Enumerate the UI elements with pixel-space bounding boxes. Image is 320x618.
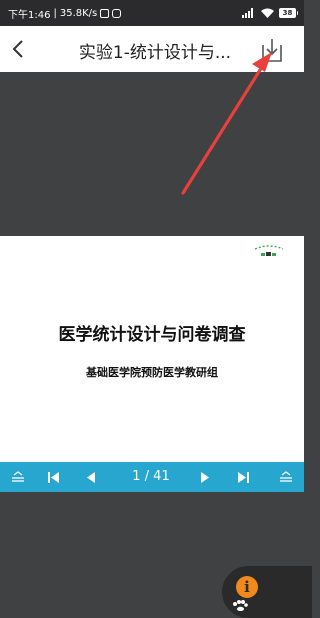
menu-up-icon xyxy=(12,471,24,482)
battery-icon: 38 xyxy=(279,8,298,18)
status-separator: | xyxy=(53,7,57,19)
paw-icon xyxy=(233,600,248,611)
back-button[interactable] xyxy=(6,36,30,62)
slide-page: 医学统计设计与问卷调查 基础医学院预防医学教研组 xyxy=(0,236,304,462)
page-navigation-bar: 1 / 41 xyxy=(0,462,304,492)
status-speed: 35.8K/s xyxy=(59,7,98,19)
download-icon xyxy=(262,39,282,62)
document-title: 实验1-统计设计与... xyxy=(78,43,232,63)
status-bar: 下午1:46 | 35.8K/s 38 xyxy=(0,0,304,26)
chevron-left-icon xyxy=(12,40,23,58)
first-page-button[interactable] xyxy=(42,462,64,492)
skip-last-icon xyxy=(237,471,249,483)
menu-up-icon xyxy=(280,471,292,482)
previous-page-button[interactable] xyxy=(80,462,102,492)
info-icon: i xyxy=(236,576,258,598)
skip-first-icon xyxy=(47,471,59,483)
slide-subtitle: 基础医学院预防医学教研组 xyxy=(86,366,218,379)
menu-button[interactable] xyxy=(6,462,30,492)
last-page-button[interactable] xyxy=(232,462,254,492)
triangle-left-icon xyxy=(87,471,95,483)
next-page-button[interactable] xyxy=(194,462,216,492)
status-time: 下午1:46 xyxy=(8,9,51,21)
page-counter: 1 / 41 xyxy=(132,469,170,484)
notification-app-icon-2 xyxy=(112,8,122,18)
wifi-icon xyxy=(261,8,274,18)
slide-logo xyxy=(254,245,284,256)
status-right: 38 xyxy=(242,8,298,18)
triangle-right-icon xyxy=(201,471,209,483)
signal-icon xyxy=(242,8,253,18)
download-button[interactable] xyxy=(258,36,286,64)
status-left: 下午1:46 | 35.8K/s xyxy=(8,6,122,21)
slide-title: 医学统计设计与问卷调查 xyxy=(58,325,246,345)
notification-app-icon xyxy=(100,8,110,18)
app-header: 实验1-统计设计与... xyxy=(0,26,304,72)
menu-button-right[interactable] xyxy=(274,462,298,492)
